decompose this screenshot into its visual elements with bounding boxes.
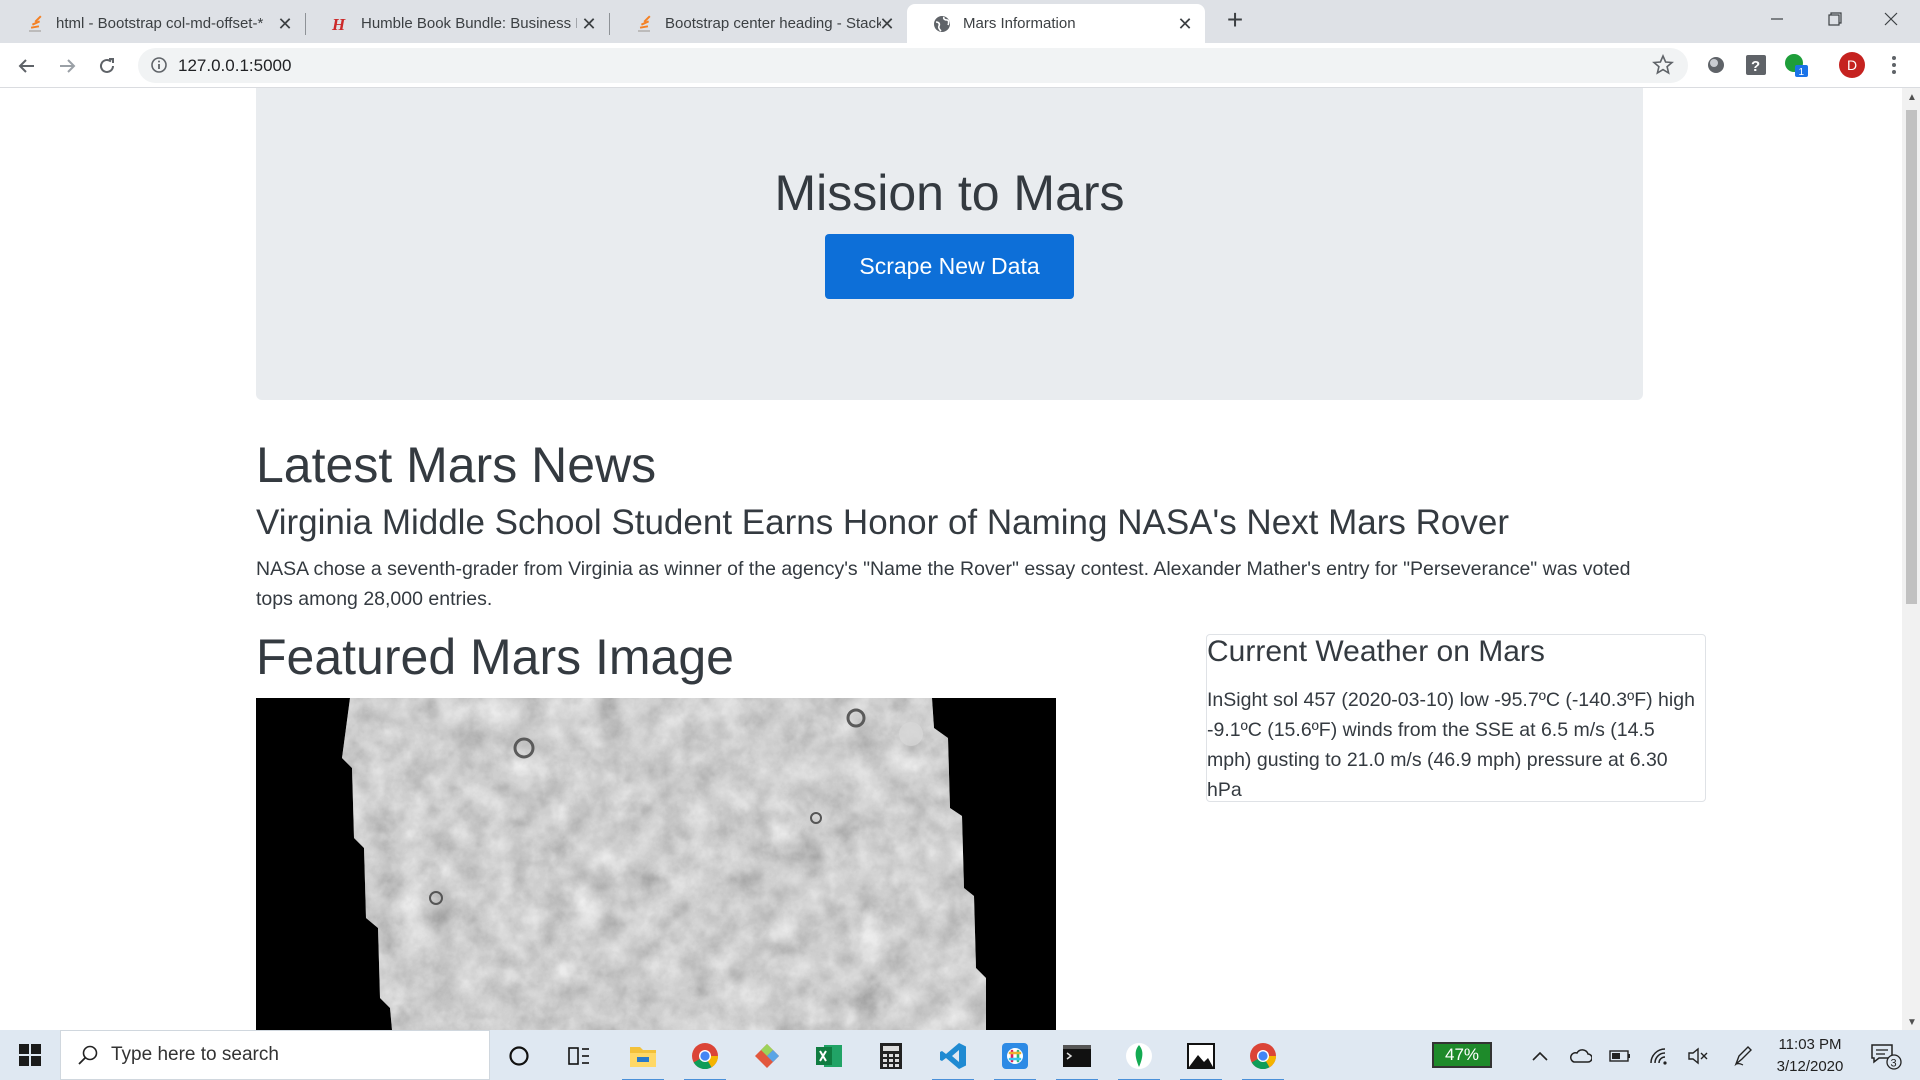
taskbar-search-box[interactable]: Type here to search [60, 1030, 490, 1080]
close-window-button[interactable] [1862, 0, 1920, 38]
tab-title: html - Bootstrap col-md-offset-* [56, 15, 264, 32]
scrape-new-data-button[interactable]: Scrape New Data [825, 234, 1074, 299]
search-placeholder: Type here to search [111, 1044, 279, 1065]
close-tab-icon[interactable]: ✕ [275, 14, 295, 34]
back-arrow-icon [18, 59, 34, 73]
reload-icon [100, 58, 114, 73]
tab-title: Humble Book Bundle: Business In [361, 15, 577, 32]
weather-text: InSight sol 457 (2020-03-10) low -95.7ºC… [1207, 689, 1695, 801]
weather-heading: Current Weather on Mars [1207, 635, 1545, 668]
windows-taskbar: Type here to search 47% 11:03 PM 3/12/20… [0, 1030, 1920, 1080]
address-bar[interactable]: 127.0.0.1:5000 [138, 48, 1688, 83]
tab-humble-bundle[interactable]: H Humble Book Bundle: Business In ✕ [305, 4, 610, 43]
clock-time: 11:03 PM [1778, 1036, 1842, 1053]
windows-start-icon[interactable] [10, 1040, 50, 1070]
extension-help-icon[interactable]: ? [1742, 51, 1770, 79]
taskbar-clock[interactable]: 11:03 PM 3/12/2020 [1762, 1034, 1858, 1078]
tab-title: Bootstrap center heading - Stack [665, 15, 881, 32]
vscode-icon[interactable] [930, 1036, 976, 1080]
scroll-up-arrow-icon[interactable]: ▲ [1907, 92, 1917, 103]
battery-icon[interactable] [1606, 1043, 1634, 1069]
news-title: Virginia Middle School Student Earns Hon… [256, 503, 1509, 542]
excel-icon[interactable] [806, 1036, 852, 1076]
svg-text:1: 1 [1799, 67, 1805, 78]
slack-icon[interactable] [992, 1036, 1038, 1080]
git-kraken-icon[interactable] [744, 1036, 790, 1076]
jumbotron: Mission to Mars Scrape New Data [256, 88, 1643, 400]
pen-icon[interactable] [1730, 1043, 1758, 1069]
scroll-down-arrow-icon[interactable]: ▼ [1907, 1017, 1917, 1028]
page-viewport: Mission to Mars Scrape New Data Latest M… [0, 88, 1902, 1030]
stackoverflow-icon [635, 14, 653, 33]
close-tab-icon[interactable]: ✕ [1175, 14, 1195, 34]
weather-card: Current Weather on Mars InSight sol 457 … [1206, 634, 1706, 802]
minimize-button[interactable] [1748, 0, 1806, 38]
humble-icon: H [331, 15, 349, 33]
reload-button[interactable] [90, 49, 124, 83]
close-tab-icon[interactable]: ✕ [579, 14, 599, 34]
clock-date: 3/12/2020 [1776, 1058, 1844, 1075]
forward-button[interactable] [50, 49, 84, 83]
svg-text:H: H [331, 15, 346, 33]
forward-arrow-icon [60, 59, 76, 73]
page-scrollbar[interactable]: ▲ ▼ [1902, 88, 1920, 1030]
cortana-icon[interactable] [496, 1036, 542, 1076]
svg-text:?: ? [1751, 58, 1760, 75]
featured-image-heading: Featured Mars Image [256, 629, 734, 685]
photos-icon[interactable] [1178, 1036, 1224, 1080]
onedrive-cloud-icon[interactable] [1566, 1043, 1594, 1069]
browser-menu-icon[interactable] [1880, 51, 1908, 79]
task-view-icon[interactable] [556, 1036, 602, 1076]
action-center-icon[interactable]: 3 [1870, 1042, 1902, 1070]
back-button[interactable] [10, 49, 44, 83]
news-paragraph: NASA chose a seventh-grader from Virgini… [256, 558, 1631, 610]
svg-text:3: 3 [1891, 1058, 1897, 1070]
restore-button[interactable] [1806, 0, 1864, 38]
tab-bootstrap-center[interactable]: Bootstrap center heading - Stack ✕ [609, 4, 907, 43]
svg-text:D: D [1847, 57, 1857, 73]
bookmark-star-icon[interactable] [1652, 53, 1674, 81]
tab-title: Mars Information [963, 15, 1076, 32]
tab-bootstrap-offset[interactable]: html - Bootstrap col-md-offset-* ✕ [0, 4, 306, 43]
close-tab-icon[interactable]: ✕ [877, 14, 897, 34]
globe-icon [933, 15, 951, 33]
speaker-muted-icon[interactable] [1684, 1043, 1712, 1069]
search-icon [77, 1044, 99, 1071]
new-tab-button[interactable]: + [1220, 6, 1250, 36]
site-info-icon[interactable] [150, 56, 168, 79]
browser-toolbar: 127.0.0.1:5000 ? 1 D [0, 43, 1920, 88]
chevron-up-icon[interactable] [1526, 1043, 1554, 1069]
latest-news-heading: Latest Mars News [256, 437, 657, 493]
browser-tab-strip: html - Bootstrap col-md-offset-* ✕ H Hum… [0, 0, 1920, 43]
calculator-icon[interactable] [868, 1036, 914, 1076]
chrome-icon[interactable] [682, 1036, 728, 1080]
wifi-icon[interactable] [1646, 1043, 1674, 1069]
mongodb-compass-icon[interactable] [1116, 1036, 1162, 1080]
extension-circle-icon[interactable] [1702, 51, 1730, 79]
url-text: 127.0.0.1:5000 [178, 56, 292, 75]
battery-meter[interactable]: 47% [1432, 1042, 1492, 1068]
hero-title: Mission to Mars [774, 165, 1125, 221]
extension-green-icon[interactable]: 1 [1782, 51, 1810, 79]
chrome-icon-2[interactable] [1240, 1036, 1286, 1080]
scrollbar-thumb[interactable] [1906, 110, 1917, 604]
profile-avatar[interactable]: D [1838, 51, 1866, 79]
terminal-icon[interactable] [1054, 1036, 1100, 1080]
featured-mars-image [256, 698, 1056, 1030]
tab-mars-information[interactable]: Mars Information ✕ [907, 4, 1205, 43]
stackoverflow-icon [26, 14, 44, 33]
file-explorer-icon[interactable] [620, 1036, 666, 1080]
